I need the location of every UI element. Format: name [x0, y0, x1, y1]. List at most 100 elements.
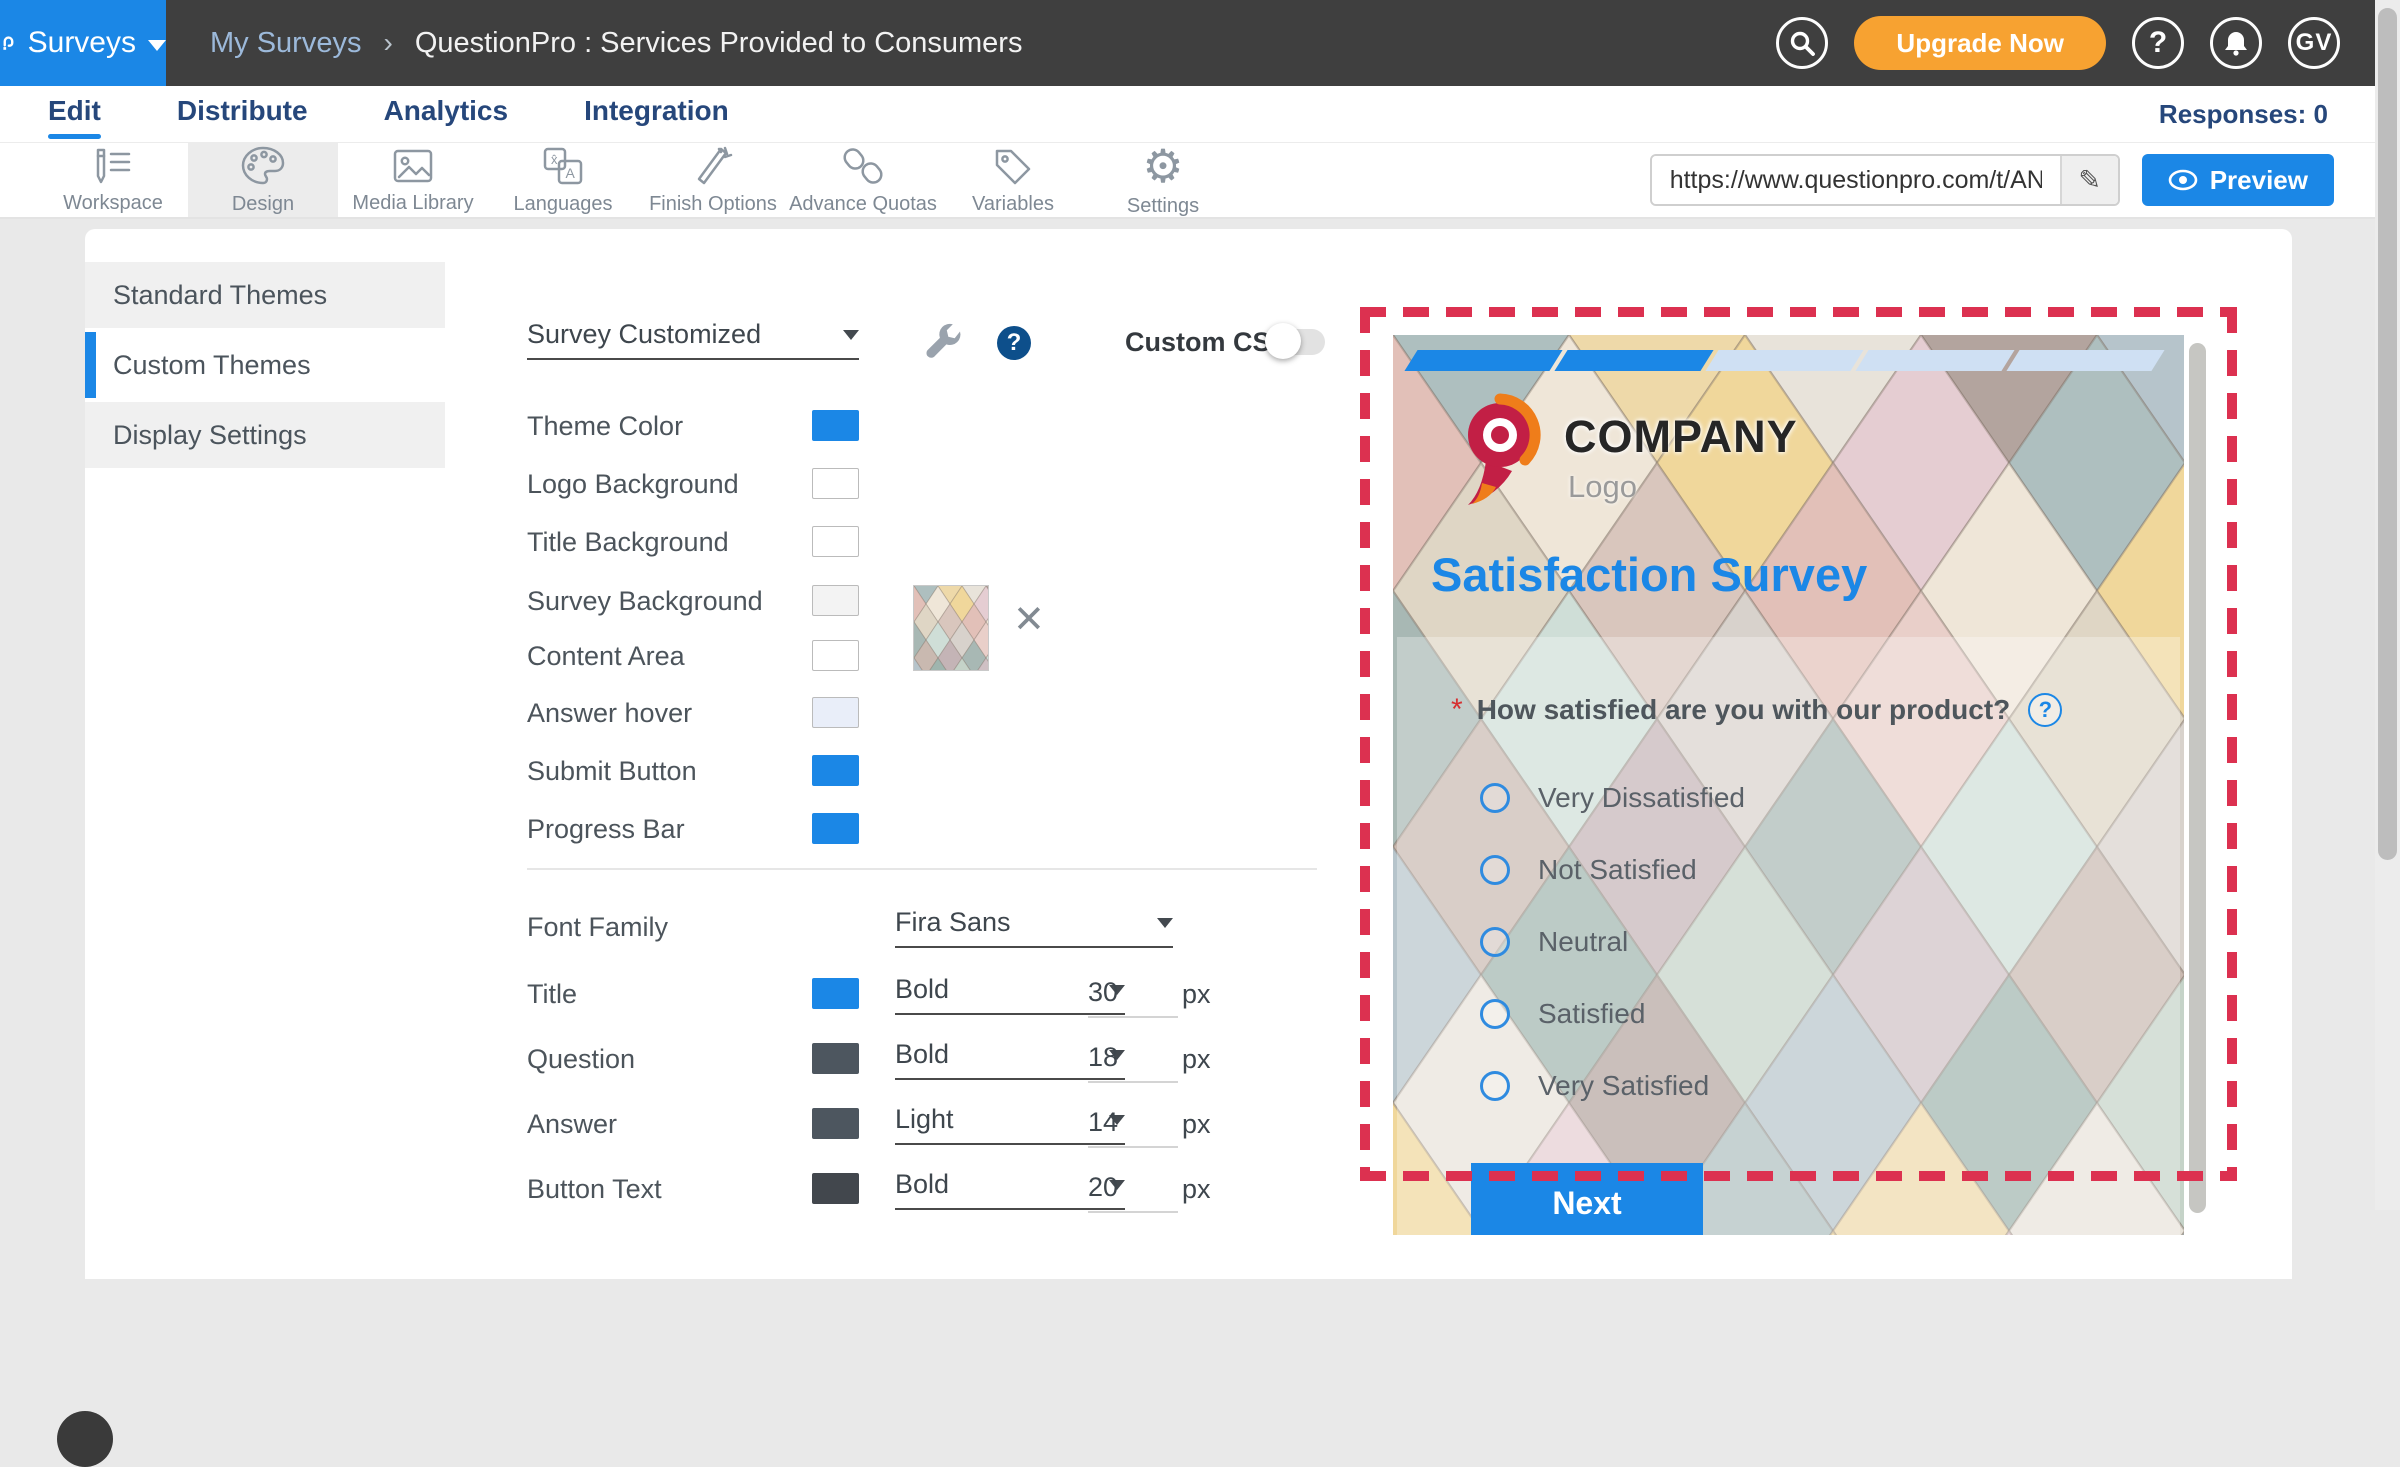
preview-button-label: Preview	[2210, 165, 2308, 196]
preview-scrollbar-thumb[interactable]	[2189, 343, 2206, 1213]
page-scrollbar-thumb[interactable]	[2378, 8, 2397, 860]
title-color-swatch[interactable]	[812, 978, 859, 1009]
help-button[interactable]: ?	[2132, 17, 2184, 69]
radio-icon[interactable]	[1480, 855, 1510, 885]
design-panel-card: Standard Themes Custom Themes Display Se…	[85, 229, 2292, 1279]
unit-label: px	[1182, 1109, 1211, 1140]
avatar-initials: GV	[2296, 29, 2333, 57]
progress-segment	[2006, 350, 2165, 371]
breadcrumb-my-surveys[interactable]: My Surveys	[210, 27, 361, 60]
progress-bar-swatch[interactable]	[812, 813, 859, 844]
account-avatar[interactable]: GV	[2288, 17, 2340, 69]
chat-widget-peek[interactable]	[57, 1411, 113, 1467]
toolbar-item-languages[interactable]: x̂ A Languages	[488, 143, 638, 217]
wrench-icon[interactable]	[921, 321, 965, 365]
toolbar-item-media-library[interactable]: Media Library	[338, 143, 488, 217]
breadcrumb-separator: ›	[383, 27, 392, 59]
color-row-label: Logo Background	[527, 469, 739, 500]
remove-background-button[interactable]: ✕	[1013, 601, 1045, 639]
preview-button[interactable]: Preview	[2142, 154, 2334, 206]
radio-icon[interactable]	[1480, 1071, 1510, 1101]
live-preview-zone: COMPANY Logo Satisfaction Survey * How s…	[1360, 307, 2237, 1181]
button-text-color-swatch[interactable]	[812, 1173, 859, 1204]
search-icon	[1789, 30, 1815, 56]
chevron-down-icon	[148, 40, 166, 51]
survey-question: * How satisfied are you with our product…	[1451, 693, 2062, 727]
theme-color-swatch[interactable]	[812, 410, 859, 441]
question-color-swatch[interactable]	[812, 1043, 859, 1074]
answer-size-input[interactable]: 14	[1088, 1107, 1178, 1148]
tab-distribute[interactable]: Distribute	[177, 95, 308, 133]
sidebar-item-display-settings[interactable]: Display Settings	[85, 402, 445, 468]
tab-integration[interactable]: Integration	[584, 95, 729, 133]
survey-url-input[interactable]	[1652, 156, 2060, 204]
progress-segment	[1404, 350, 1563, 371]
question-size-input[interactable]: 18	[1088, 1042, 1178, 1083]
toolbar-item-label: Design	[232, 193, 294, 216]
theme-help-icon[interactable]: ?	[997, 326, 1031, 360]
answer-option-label: Satisfied	[1538, 998, 1645, 1030]
toolbar-item-variables[interactable]: Variables	[938, 143, 1088, 217]
radio-icon[interactable]	[1480, 783, 1510, 813]
media-library-icon	[390, 146, 436, 186]
search-button[interactable]	[1776, 17, 1828, 69]
bell-icon	[2222, 29, 2250, 57]
answer-option[interactable]: Very Dissatisfied	[1480, 782, 1745, 814]
toolbar-item-settings[interactable]: ⚙ Settings	[1088, 143, 1238, 217]
advance-quotas-link-icon	[840, 145, 886, 187]
toolbar-item-workspace[interactable]: Workspace	[38, 143, 188, 217]
answer-option-label: Very Satisfied	[1538, 1070, 1709, 1102]
answer-color-swatch[interactable]	[812, 1108, 859, 1139]
title-size-input[interactable]: 30	[1088, 977, 1178, 1018]
answer-option[interactable]: Satisfied	[1480, 998, 1645, 1030]
tab-analytics[interactable]: Analytics	[384, 95, 509, 133]
theme-select-value: Survey Customized	[527, 319, 761, 350]
toolbar-item-label: Advance Quotas	[789, 193, 937, 216]
brand-menu[interactable]: Surveys	[0, 0, 166, 86]
font-family-label: Font Family	[527, 912, 668, 943]
radio-icon[interactable]	[1480, 999, 1510, 1029]
toolbar-item-design[interactable]: Design	[188, 143, 338, 217]
toolbar-item-finish-options[interactable]: Finish Options	[638, 143, 788, 217]
survey-background-thumbnail[interactable]	[913, 585, 989, 671]
content-area-swatch[interactable]	[812, 640, 859, 671]
survey-background-swatch[interactable]	[812, 585, 859, 616]
brand-label: Surveys	[28, 26, 136, 60]
answer-option[interactable]: Very Satisfied	[1480, 1070, 1709, 1102]
notifications-button[interactable]	[2210, 17, 2262, 69]
page-scrollbar[interactable]	[2375, 0, 2400, 1210]
edit-url-button[interactable]: ✎	[2060, 156, 2118, 204]
toolbar-item-label: Settings	[1127, 195, 1199, 218]
top-bar: Surveys My Surveys › QuestionPro : Servi…	[0, 0, 2400, 86]
unit-label: px	[1182, 1044, 1211, 1075]
custom-css-toggle[interactable]	[1265, 326, 1325, 356]
theme-select[interactable]: Survey Customized	[527, 319, 859, 360]
sidebar-item-standard-themes[interactable]: Standard Themes	[85, 262, 445, 328]
preview-scrollbar[interactable]	[2189, 343, 2206, 1221]
preview-dashed-border-left	[1360, 307, 1370, 1181]
font-family-select[interactable]: Fira Sans	[895, 907, 1173, 948]
font-family-value: Fira Sans	[895, 907, 1011, 938]
toolbar-item-label: Languages	[514, 193, 613, 216]
responses-count[interactable]: Responses: 0	[2159, 99, 2400, 130]
radio-icon[interactable]	[1480, 927, 1510, 957]
question-help-icon[interactable]: ?	[2028, 693, 2062, 727]
toolbar-item-advance-quotas[interactable]: Advance Quotas	[788, 143, 938, 217]
sidebar-item-custom-themes[interactable]: Custom Themes	[85, 332, 445, 398]
button-text-size-input[interactable]: 20	[1088, 1172, 1178, 1213]
submit-button-swatch[interactable]	[812, 755, 859, 786]
questionpro-logo-icon	[0, 18, 16, 68]
logo-background-swatch[interactable]	[812, 468, 859, 499]
font-row-label: Title	[527, 979, 577, 1010]
font-row-label: Button Text	[527, 1174, 662, 1205]
answer-option[interactable]: Neutral	[1480, 926, 1628, 958]
answer-option-label: Very Dissatisfied	[1538, 782, 1745, 814]
survey-url-box: ✎	[1650, 154, 2120, 206]
answer-hover-swatch[interactable]	[812, 697, 859, 728]
title-background-swatch[interactable]	[812, 526, 859, 557]
font-row-label: Question	[527, 1044, 635, 1075]
svg-text:A: A	[566, 165, 576, 181]
answer-option[interactable]: Not Satisfied	[1480, 854, 1697, 886]
tab-edit[interactable]: Edit	[48, 95, 101, 133]
upgrade-now-button[interactable]: Upgrade Now	[1854, 16, 2106, 70]
